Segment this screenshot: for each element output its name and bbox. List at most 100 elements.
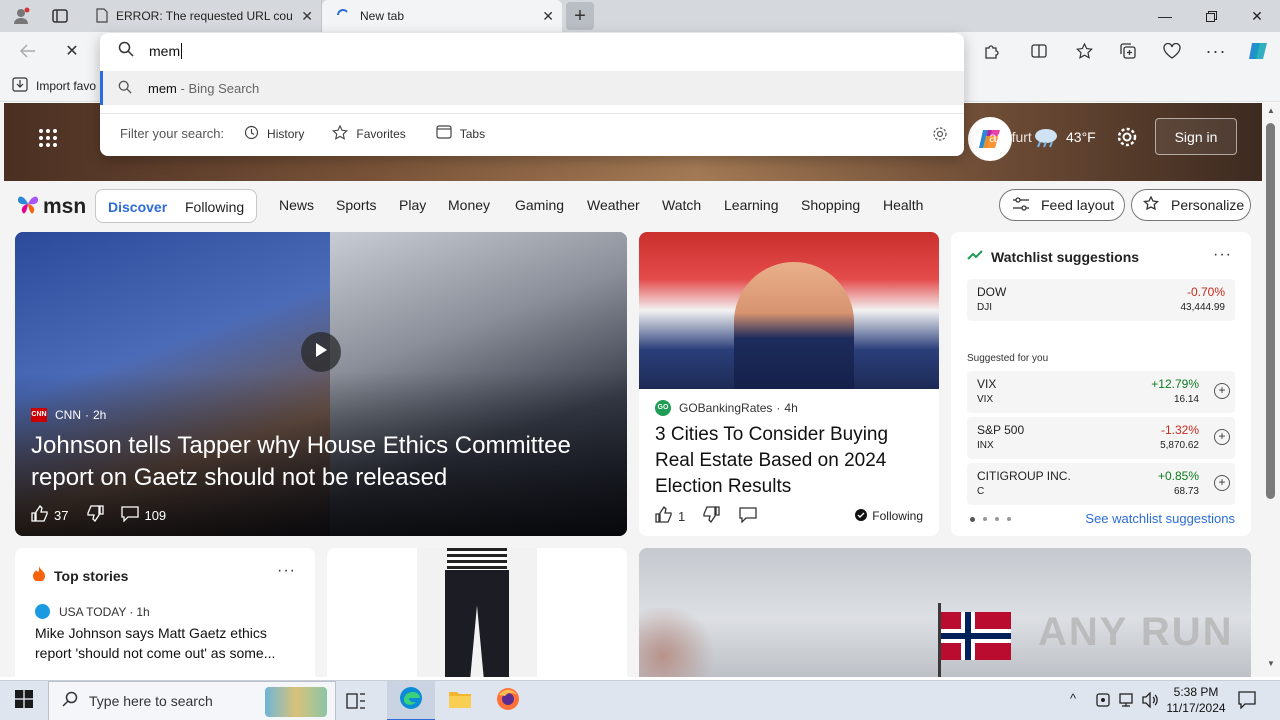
like-icon[interactable] (31, 504, 49, 525)
tab-error[interactable]: ERROR: The requested URL could ✕ (86, 0, 322, 32)
tab-new-tab[interactable]: New tab ✕ (322, 0, 562, 32)
watchlist-more-icon[interactable]: ··· (1213, 246, 1232, 264)
msn-logo[interactable]: msn (16, 193, 86, 220)
story-source[interactable]: CNN (55, 408, 81, 422)
copilot-icon[interactable] (1244, 38, 1272, 64)
add-to-watchlist-icon[interactable]: + (1214, 475, 1230, 491)
dot (983, 517, 987, 521)
stop-loading-icon[interactable]: ✕ (58, 38, 86, 64)
address-bar[interactable]: mem (100, 33, 964, 69)
weather-location[interactable]: ankfurt (989, 129, 1032, 145)
browser-essentials-icon[interactable] (1158, 38, 1186, 64)
edge-taskbar-button[interactable] (387, 681, 435, 720)
story-dot: · (129, 604, 134, 619)
stock-symbol: C (977, 486, 985, 497)
nav-weather[interactable]: Weather (587, 197, 640, 213)
tab-actions-icon[interactable] (47, 4, 73, 28)
firefox-button[interactable] (485, 681, 531, 720)
watchlist-row-sp500[interactable]: S&P 500 INX -1.32% 5,870.62 + (967, 417, 1235, 459)
add-to-watchlist-icon[interactable]: + (1214, 383, 1230, 399)
watchlist-row-dow[interactable]: DOW DJI -0.70% 43,444.99 (967, 279, 1235, 321)
network-icon[interactable] (1119, 692, 1136, 713)
feed-layout-button[interactable]: Feed layout (999, 189, 1125, 221)
profile-icon[interactable] (8, 4, 34, 28)
nav-shopping[interactable]: Shopping (801, 197, 860, 213)
product-card[interactable] (327, 548, 627, 677)
anyrun-watermark: ANY RUN (1038, 610, 1234, 655)
volume-icon[interactable] (1142, 691, 1159, 713)
filter-favorites[interactable]: Favorites (332, 124, 406, 143)
add-to-watchlist-icon[interactable]: + (1214, 429, 1230, 445)
search-highlight-icon (265, 687, 327, 717)
split-screen-icon[interactable] (1025, 38, 1053, 64)
story-headline[interactable]: Mike Johnson says Matt Gaetz ethics repo… (35, 623, 297, 663)
close-tab-icon[interactable]: ✕ (301, 8, 313, 25)
story-card[interactable]: GO GOBankingRates · 4h 3 Cities To Consi… (639, 232, 939, 536)
sign-in-button[interactable]: Sign in (1155, 118, 1237, 155)
nav-gaming[interactable]: Gaming (515, 197, 564, 213)
show-hidden-icons[interactable]: ^ (1070, 691, 1076, 706)
hero-story-card[interactable]: CNN CNN · 2h Johnson tells Tapper why Ho… (15, 232, 627, 536)
filter-history[interactable]: History (244, 125, 304, 143)
more-options-icon[interactable]: ··· (1202, 38, 1230, 64)
nav-play[interactable]: Play (399, 197, 426, 213)
settings-gear-icon[interactable] (1116, 126, 1138, 153)
collections-icon[interactable] (1114, 38, 1142, 64)
nav-learning[interactable]: Learning (724, 197, 779, 213)
personalize-button[interactable]: Personalize (1131, 189, 1251, 221)
notifications-icon[interactable] (1238, 691, 1256, 714)
filter-tabs[interactable]: Tabs (436, 125, 485, 142)
nav-sports[interactable]: Sports (336, 197, 376, 213)
taskbar-search-box[interactable]: Type here to search (48, 681, 336, 720)
back-icon[interactable] (14, 38, 42, 64)
filter-settings-icon[interactable] (932, 126, 948, 145)
story-source[interactable]: GOBankingRates (679, 401, 772, 415)
address-bar-dropdown: mem mem - Bing Search Filter your search… (100, 33, 964, 156)
file-explorer-button[interactable] (437, 681, 483, 720)
restore-icon[interactable] (1188, 0, 1234, 32)
watchlist-row-citigroup[interactable]: CITIGROUP INC. C +0.85% 68.73 + (967, 463, 1235, 505)
task-view-icon[interactable] (346, 691, 366, 716)
dark-pants (445, 570, 509, 677)
dislike-icon[interactable] (86, 505, 105, 525)
address-input[interactable]: mem (149, 43, 180, 59)
scroll-thumb[interactable] (1266, 123, 1275, 499)
comment-icon[interactable] (739, 506, 757, 526)
story-headline[interactable]: Johnson tells Tapper why House Ethics Co… (31, 430, 611, 494)
clock[interactable]: 5:38 PM 11/17/2024 (1166, 684, 1226, 716)
onedrive-icon[interactable] (1095, 692, 1111, 713)
import-favorites-button[interactable]: Import favo (12, 77, 96, 95)
nav-money[interactable]: Money (448, 197, 490, 213)
story-source[interactable]: USA TODAY (59, 605, 126, 619)
weather-icon (1032, 126, 1060, 153)
comment-icon[interactable] (121, 505, 140, 525)
scroll-up-icon[interactable]: ▲ (1267, 106, 1275, 115)
tab-following[interactable]: Following (185, 199, 244, 215)
story-headline[interactable]: 3 Cities To Consider Buying Real Estate … (655, 422, 925, 500)
start-button[interactable] (0, 681, 48, 720)
minimize-icon[interactable]: — (1142, 0, 1188, 32)
nav-health[interactable]: Health (883, 197, 923, 213)
play-video-button[interactable] (301, 332, 341, 372)
carousel-dots[interactable] (970, 517, 1011, 522)
new-tab-icon[interactable]: + (566, 2, 594, 30)
favorites-icon[interactable] (1070, 38, 1098, 64)
filter-tabs-label: Tabs (459, 126, 486, 141)
nav-news[interactable]: News (279, 197, 314, 213)
apps-grid-icon[interactable] (38, 128, 58, 153)
top-stories-more-icon[interactable]: ··· (277, 562, 296, 580)
see-watchlist-link[interactable]: See watchlist suggestions (1085, 511, 1235, 526)
close-tab-icon[interactable]: ✕ (542, 8, 554, 25)
close-window-icon[interactable]: ✕ (1234, 0, 1280, 32)
temperature[interactable]: 43°F (1066, 129, 1096, 145)
page-scrollbar[interactable]: ▲ ▼ (1262, 103, 1280, 677)
tab-discover[interactable]: Discover (108, 199, 167, 215)
like-icon[interactable] (655, 505, 673, 526)
search-suggestion[interactable]: mem - Bing Search (100, 71, 964, 105)
scroll-down-icon[interactable]: ▼ (1267, 659, 1275, 668)
dislike-icon[interactable] (702, 506, 720, 526)
nav-watch[interactable]: Watch (662, 197, 701, 213)
extensions-icon[interactable] (977, 38, 1005, 64)
following-badge[interactable]: Following (855, 508, 923, 524)
watchlist-row-vix[interactable]: VIX VIX +12.79% 16.14 + (967, 371, 1235, 413)
